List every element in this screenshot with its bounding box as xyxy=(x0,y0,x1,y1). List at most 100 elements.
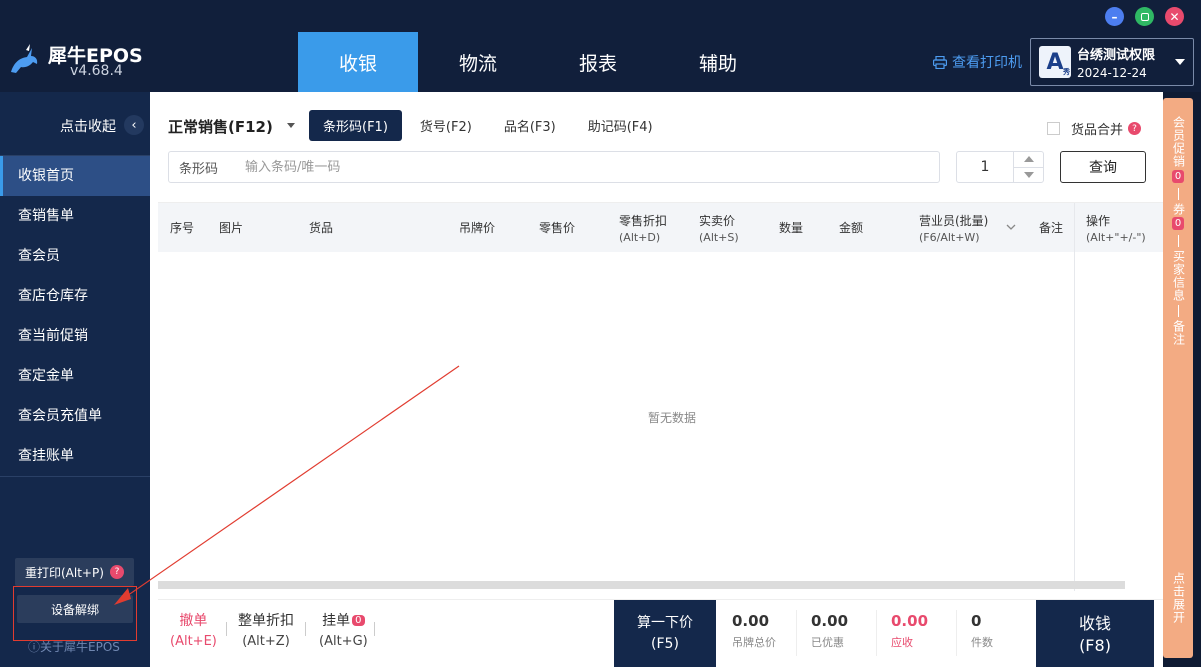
piece-count-value: 0 xyxy=(971,612,982,630)
discounted-value: 0.00 xyxy=(811,612,849,630)
nav-tab-cashier[interactable]: 收银 xyxy=(298,32,418,92)
tab-product-name[interactable]: 品名(F3) xyxy=(490,110,570,141)
barcode-field: 条形码 xyxy=(168,151,940,183)
barcode-label: 条形码 xyxy=(179,161,219,177)
sidebar-item-cashier-home[interactable]: 收银首页 xyxy=(0,156,150,196)
avatar-letter: A xyxy=(1046,49,1064,75)
sidebar-item-members[interactable]: 查会员 xyxy=(0,236,150,276)
tab-barcode[interactable]: 条形码(F1) xyxy=(309,110,402,141)
sidebar-item-credit-orders[interactable]: 查挂账单 xyxy=(0,436,150,476)
column-header-salesperson[interactable]: 营业员(批量) (F6/Alt+W) xyxy=(919,203,988,252)
caret-down-icon xyxy=(1175,59,1185,65)
chevron-left-icon[interactable]: ‹ xyxy=(124,115,144,135)
sidebar-item-sales-orders[interactable]: 查销售单 xyxy=(0,196,150,236)
quantity-value[interactable]: 1 xyxy=(957,152,1013,182)
horizontal-scrollbar[interactable] xyxy=(158,581,1125,589)
collect-payment-shortcut: (F8) xyxy=(1079,636,1111,655)
user-account-dropdown[interactable]: A 秀 台绣测试权限 2024-12-24 xyxy=(1030,38,1194,86)
app-window: 犀牛EPOS v4.68.4 收银 物流 报表 辅助 查看打印机 A 秀 台绣测… xyxy=(0,0,1201,667)
merge-goods-option: 货品合并 ? xyxy=(1047,119,1142,138)
increment-button[interactable] xyxy=(1014,152,1043,168)
sidebar-item-store-stock[interactable]: 查店仓库存 xyxy=(0,276,150,316)
tag-total-value: 0.00 xyxy=(732,612,770,630)
sidebar-item-deposit-orders[interactable]: 查定金单 xyxy=(0,356,150,396)
query-button[interactable]: 查询 xyxy=(1060,151,1146,183)
sidebar-item-promotions[interactable]: 查当前促销 xyxy=(0,316,150,356)
reprint-label: 重打印(Alt+P) xyxy=(25,565,104,580)
divider xyxy=(1177,235,1179,247)
arrow-down-icon xyxy=(1023,171,1034,178)
main-nav: 收银 物流 报表 辅助 xyxy=(298,32,778,92)
order-discount-button[interactable]: 整单折扣 (Alt+Z) xyxy=(238,610,294,649)
about-link[interactable]: ⓘ关于犀牛EPOS xyxy=(28,638,120,655)
empty-state-text: 暂无数据 xyxy=(648,411,697,425)
divider xyxy=(956,610,957,656)
collect-payment-button[interactable]: 收钱 (F8) xyxy=(1036,600,1154,667)
column-header-label: 金额 xyxy=(839,221,864,235)
piece-count-stat: 0 件数 xyxy=(971,612,993,650)
collect-payment-label: 收钱 xyxy=(1078,614,1111,633)
merge-goods-checkbox[interactable] xyxy=(1047,122,1060,135)
tab-mnemonic[interactable]: 助记码(F4) xyxy=(574,110,667,141)
decrement-button[interactable] xyxy=(1014,168,1043,183)
printer-icon xyxy=(933,55,947,69)
sidebar-collapse-label: 点击收起 xyxy=(60,119,116,135)
right-info-panel[interactable]: 会员促销 0 券 0 买家信息 备注 点击展开 xyxy=(1163,98,1193,658)
help-icon[interactable]: ? xyxy=(1128,122,1142,135)
barcode-input[interactable] xyxy=(239,153,939,181)
divider xyxy=(876,610,877,656)
column-header-label: 零售折扣 xyxy=(619,213,668,228)
expand-panel-area: 点击展开 xyxy=(1163,572,1193,624)
piece-count-label: 件数 xyxy=(971,636,993,649)
calculate-price-button[interactable]: 算一下价 (F5) xyxy=(614,600,716,667)
maximize-icon xyxy=(1140,12,1149,21)
sidebar-item-member-recharge[interactable]: 查会员充值单 xyxy=(0,396,150,436)
nav-tab-reports[interactable]: 报表 xyxy=(538,32,658,92)
checkout-bar: 撤单 (Alt+E) 整单折扣 (Alt+Z) 挂单 0 (Alt+G) 算一下价… xyxy=(158,599,1163,667)
expand-panel-label[interactable]: 点击展开 xyxy=(1169,572,1188,624)
sales-mode-select[interactable]: 正常销售(F12) xyxy=(168,116,273,137)
column-header-retail-discount: 零售折扣 (Alt+D) xyxy=(619,203,667,252)
cancel-order-button[interactable]: 撤单 (Alt+E) xyxy=(170,610,217,649)
sidebar: 点击收起 ‹ 收银首页 查销售单 查会员 查店仓库存 查当前促销 查定金单 查会… xyxy=(0,92,150,667)
rhino-logo-icon xyxy=(11,44,38,73)
hang-order-shortcut: (Alt+G) xyxy=(319,634,368,649)
divider xyxy=(374,622,375,636)
member-promo-count: 0 xyxy=(1172,170,1184,183)
column-header-amount: 金额 xyxy=(839,203,863,252)
nav-tab-assist[interactable]: 辅助 xyxy=(658,32,778,92)
hang-order-label: 挂单 xyxy=(322,613,351,629)
view-printer-label: 查看打印机 xyxy=(952,55,1022,71)
unbind-highlight-box: 设备解绑 xyxy=(13,586,137,641)
hang-order-button[interactable]: 挂单 0 (Alt+G) xyxy=(319,610,368,649)
buyer-info-label: 买家信息 xyxy=(1171,250,1186,302)
reprint-button[interactable]: 重打印(Alt+P) ? xyxy=(15,558,134,586)
view-printer-link[interactable]: 查看打印机 xyxy=(933,52,1022,72)
receivable-label: 应收 xyxy=(891,636,913,649)
column-header-shortcut: (F6/Alt+W) xyxy=(919,230,980,244)
nav-tab-logistics[interactable]: 物流 xyxy=(418,32,538,92)
user-avatar: A 秀 xyxy=(1039,46,1071,78)
tab-item-number[interactable]: 货号(F2) xyxy=(406,110,486,141)
right-strip-content: 会员促销 0 券 0 买家信息 备注 xyxy=(1163,116,1193,346)
fixed-column-divider xyxy=(1074,203,1075,591)
chevron-down-icon[interactable] xyxy=(1006,224,1016,231)
divider xyxy=(796,610,797,656)
maximize-button[interactable] xyxy=(1135,7,1154,26)
minimize-icon: – xyxy=(1111,9,1118,24)
column-header-label: 备注 xyxy=(1039,221,1064,235)
column-header-index: 序号 xyxy=(170,203,194,252)
column-header-label: 序号 xyxy=(170,221,195,235)
minimize-button[interactable]: – xyxy=(1105,7,1124,26)
divider xyxy=(226,622,227,636)
device-unbind-button[interactable]: 设备解绑 xyxy=(17,595,133,623)
column-header-label: 数量 xyxy=(779,221,804,235)
user-name: 台绣测试权限 xyxy=(1077,48,1156,63)
tag-total-stat: 0.00 吊牌总价 xyxy=(732,612,776,650)
close-button[interactable]: ✕ xyxy=(1165,7,1184,26)
tag-total-label: 吊牌总价 xyxy=(732,636,776,649)
top-bar: 犀牛EPOS v4.68.4 收银 物流 报表 辅助 查看打印机 A 秀 台绣测… xyxy=(0,0,1201,92)
column-header-remark: 备注 xyxy=(1039,203,1063,252)
column-header-image: 图片 xyxy=(219,203,243,252)
window-edge xyxy=(1193,92,1201,667)
